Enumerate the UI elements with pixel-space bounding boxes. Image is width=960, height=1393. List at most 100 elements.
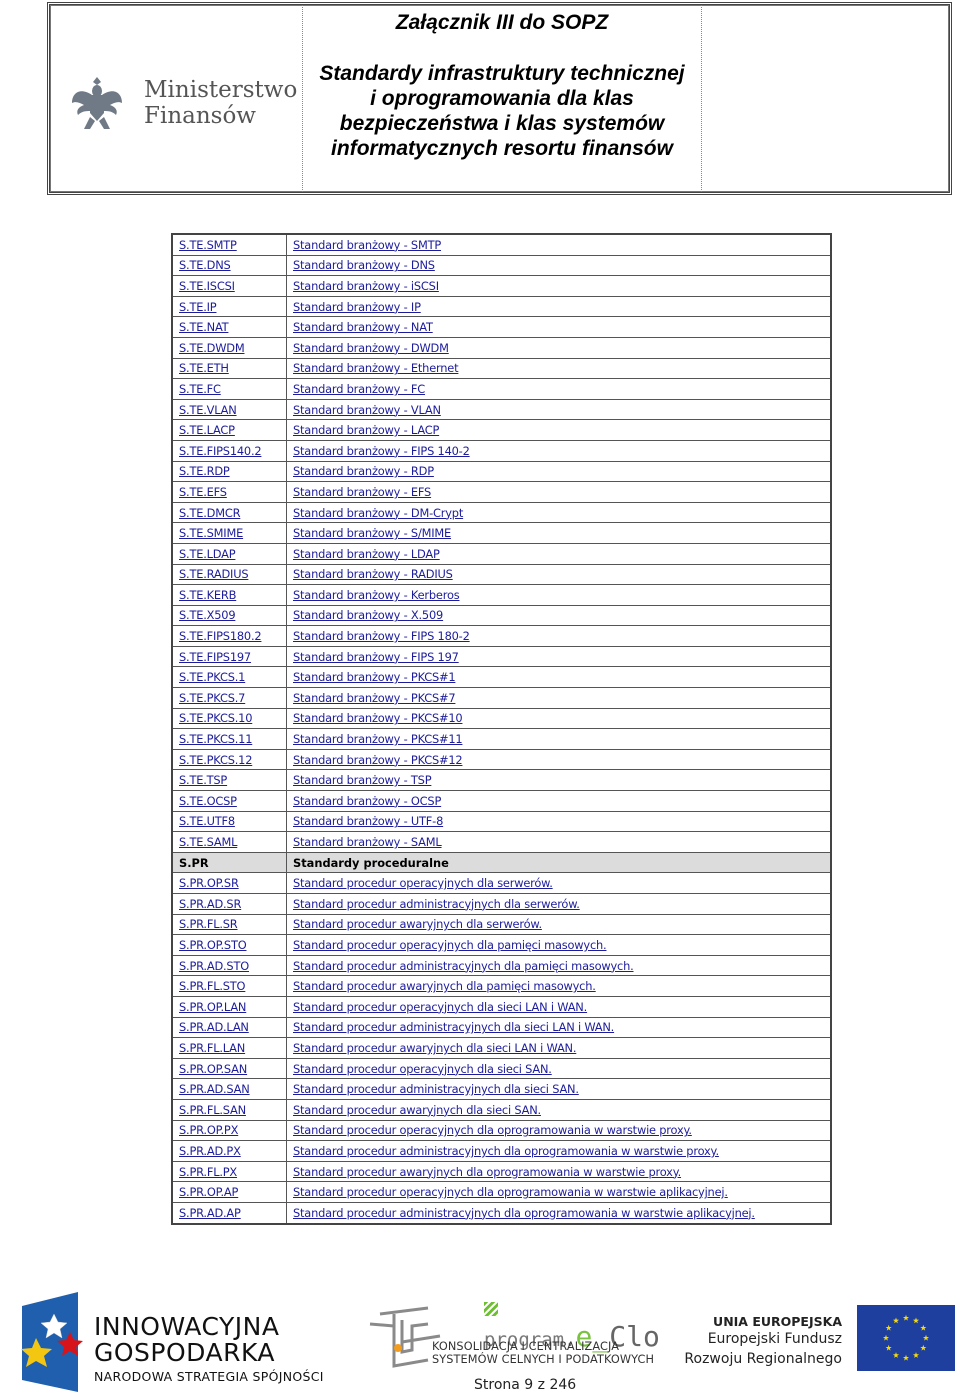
standard-code-link[interactable]: S.TE.KERB [179,588,236,602]
standard-name-link[interactable]: Standard procedur administracyjnych dla … [293,959,634,973]
standard-code-link[interactable]: S.TE.ISCSI [179,279,235,293]
standard-name-link[interactable]: Standard branżowy - DWDM [293,341,449,355]
standard-code-link[interactable]: S.PR.OP.SAN [179,1062,247,1076]
standard-name-link[interactable]: Standard branżowy - X.509 [293,608,443,622]
standard-code-link[interactable]: S.TE.PKCS.10 [179,711,252,725]
standard-name-link[interactable]: Standard procedur operacyjnych dla sieci… [293,1062,552,1076]
standard-code-link[interactable]: S.PR.FL.LAN [179,1041,245,1055]
standard-name-link[interactable]: Standard branżowy - EFS [293,485,431,499]
standard-code-link[interactable]: S.TE.ETH [179,361,229,375]
standard-name-link[interactable]: Standard branżowy - OCSP [293,794,441,808]
standard-code-link[interactable]: S.PR.OP.AP [179,1185,238,1199]
standard-code-link[interactable]: S.TE.SMTP [179,238,237,252]
standard-code-link[interactable]: S.TE.SMIME [179,526,243,540]
standard-name-link[interactable]: Standard branżowy - LACP [293,423,439,437]
standard-name-link[interactable]: Standard branżowy - NAT [293,320,433,334]
standard-name-link[interactable]: Standard procedur operacyjnych dla oprog… [293,1123,692,1137]
standard-name-link[interactable]: Standard branżowy - DM-Crypt [293,506,463,520]
standard-name-link[interactable]: Standard branżowy - S/MIME [293,526,451,540]
standard-name-link[interactable]: Standard branżowy - PKCS#1 [293,670,456,684]
standard-code-link[interactable]: S.PR.FL.PX [179,1165,237,1179]
standard-name-link[interactable]: Standard branżowy - FIPS 197 [293,650,459,664]
standard-code-link[interactable]: S.TE.SAML [179,835,237,849]
standard-code-link[interactable]: S.TE.VLAN [179,403,237,417]
standard-code-link[interactable]: S.PR.OP.STO [179,938,247,952]
standard-code-link[interactable]: S.TE.FIPS140.2 [179,444,262,458]
standard-code-link[interactable]: S.TE.EFS [179,485,227,499]
standard-name-link[interactable]: Standard branżowy - SAML [293,835,442,849]
standard-name-link[interactable]: Standard branżowy - LDAP [293,547,440,561]
standard-name-link[interactable]: Standard branżowy - IP [293,300,421,314]
standard-name-link[interactable]: Standard branżowy - RDP [293,464,434,478]
standard-name-link[interactable]: Standard branżowy - FC [293,382,425,396]
standard-name-link[interactable]: Standard procedur operacyjnych dla oprog… [293,1185,728,1199]
standard-code-link[interactable]: S.TE.RDP [179,464,230,478]
eu-line2: Europejski Fundusz [707,1331,842,1347]
code-cell: S.PR.OP.PX [171,1119,287,1142]
standard-code-link[interactable]: S.TE.LACP [179,423,235,437]
standard-code-link[interactable]: S.TE.PKCS.11 [179,732,252,746]
standard-name-link[interactable]: Standard branżowy - Kerberos [293,588,460,602]
standard-name-link[interactable]: Standard branżowy - PKCS#11 [293,732,463,746]
standard-name-link[interactable]: Standard branżowy - VLAN [293,403,441,417]
standard-name-link[interactable]: Standard branżowy - SMTP [293,238,441,252]
standard-code-link[interactable]: S.TE.DMCR [179,506,240,520]
standard-code-link[interactable]: S.PR.AD.PX [179,1144,241,1158]
standard-name-link[interactable]: Standard branżowy - PKCS#7 [293,691,456,705]
standard-name-link[interactable]: Standard branżowy - RADIUS [293,567,453,581]
standard-name-link[interactable]: Standard procedur operacyjnych dla sieci… [293,1000,587,1014]
standard-name-link[interactable]: Standard procedur administracyjnych dla … [293,1144,719,1158]
standard-code-link[interactable]: S.PR.AD.STO [179,959,249,973]
standard-name-link[interactable]: Standard procedur awaryjnych dla pamięci… [293,979,596,993]
standard-code-link[interactable]: S.PR.AD.LAN [179,1020,249,1034]
standard-code-link[interactable]: S.TE.NAT [179,320,229,334]
standard-name-link[interactable]: Standard branżowy - FIPS 140-2 [293,444,470,458]
standard-code-link[interactable]: S.TE.OCSP [179,794,237,808]
standard-name-link[interactable]: Standard procedur awaryjnych dla serweró… [293,917,542,931]
standard-name-link[interactable]: Standard branżowy - TSP [293,773,432,787]
standard-name-link[interactable]: Standard branżowy - DNS [293,258,435,272]
table-row: S.TE.PKCS.10 Standard branżowy - PKCS#10 [171,707,832,730]
standard-code-link[interactable]: S.TE.FIPS180.2 [179,629,262,643]
standard-code-link[interactable]: S.PR.FL.SAN [179,1103,246,1117]
standard-code-link[interactable]: S.TE.LDAP [179,547,236,561]
standard-name-link[interactable]: Standard branżowy - FIPS 180-2 [293,629,470,643]
standard-code-link[interactable]: S.PR.AD.SAN [179,1082,250,1096]
standard-code-link[interactable]: S.PR.OP.SR [179,876,239,890]
name-cell: Standard branżowy - DNS [286,254,832,277]
standard-name-link[interactable]: Standard branżowy - UTF-8 [293,814,443,828]
standard-code-link[interactable]: S.PR.OP.LAN [179,1000,246,1014]
standard-name-link[interactable]: Standard branżowy - PKCS#12 [293,753,463,767]
standard-code-link[interactable]: S.PR.FL.STO [179,979,246,993]
standard-name-link[interactable]: Standard branżowy - Ethernet [293,361,459,375]
standard-code-link[interactable]: S.TE.X509 [179,608,236,622]
standard-name-link[interactable]: Standard procedur awaryjnych dla sieci S… [293,1103,541,1117]
standard-code-link[interactable]: S.TE.TSP [179,773,227,787]
standard-name-link[interactable]: Standard branżowy - PKCS#10 [293,711,463,725]
standard-code-link[interactable]: S.PR.FL.SR [179,917,238,931]
standard-code-link[interactable]: S.PR.AD.AP [179,1206,241,1220]
standard-code-link[interactable]: S.PR.AD.SR [179,897,241,911]
standard-code-link[interactable]: S.TE.FC [179,382,221,396]
standard-code-link[interactable]: S.TE.PKCS.7 [179,691,245,705]
standard-code-link[interactable]: S.TE.DWDM [179,341,245,355]
code-cell: S.PR.FL.PX [171,1160,287,1183]
standard-code-link[interactable]: S.TE.FIPS197 [179,650,251,664]
standard-name-link[interactable]: Standard procedur administracyjnych dla … [293,1206,755,1220]
standard-code-link[interactable]: S.PR.OP.PX [179,1123,238,1137]
standard-code-link[interactable]: S.TE.UTF8 [179,814,235,828]
standard-code-link[interactable]: S.TE.DNS [179,258,231,272]
standard-name-link[interactable]: Standard procedur awaryjnych dla oprogra… [293,1165,681,1179]
standard-name-link[interactable]: Standard branżowy - iSCSI [293,279,439,293]
standard-code-link[interactable]: S.TE.IP [179,300,217,314]
standard-code-link[interactable]: S.TE.RADIUS [179,567,249,581]
standard-name-link[interactable]: Standard procedur operacyjnych dla pamię… [293,938,607,952]
standard-code-link[interactable]: S.TE.PKCS.12 [179,753,252,767]
standard-name-link[interactable]: Standard procedur administracyjnych dla … [293,1020,614,1034]
standard-name-link[interactable]: Standard procedur administracyjnych dla … [293,897,580,911]
code-cell: S.TE.FC [171,378,287,400]
standard-name-link[interactable]: Standard procedur administracyjnych dla … [293,1082,579,1096]
standard-name-link[interactable]: Standard procedur awaryjnych dla sieci L… [293,1041,576,1055]
standard-code-link[interactable]: S.TE.PKCS.1 [179,670,245,684]
standard-name-link[interactable]: Standard procedur operacyjnych dla serwe… [293,876,553,890]
